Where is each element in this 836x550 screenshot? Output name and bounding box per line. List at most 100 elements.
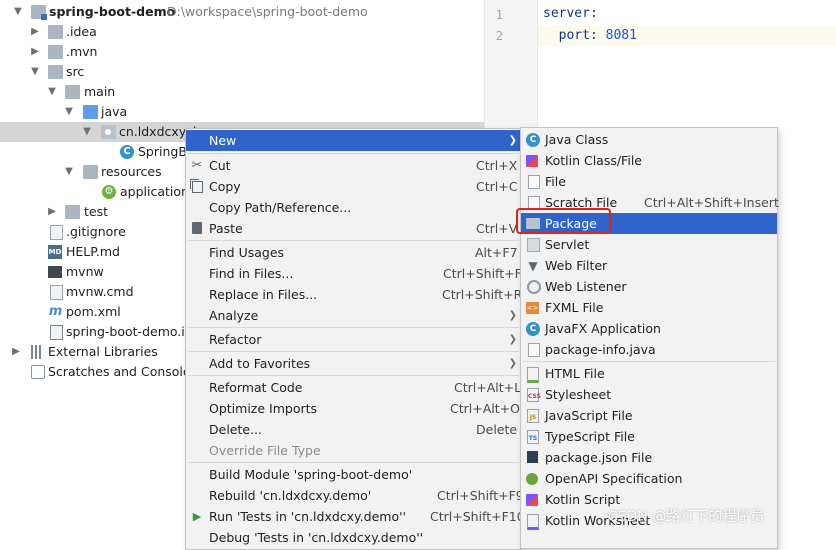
menu-item-label: Web Filter [545, 258, 608, 273]
code-line-2[interactable]: port: 8081 [543, 28, 637, 43]
chevron-down-icon[interactable]: ▼ [81, 122, 93, 142]
tree-row-label: HELP.md [66, 244, 120, 259]
tree-row-java[interactable]: ▼ java [0, 102, 484, 122]
menu-item-label: Kotlin Class/File [545, 153, 642, 168]
menu-item-analyze[interactable]: Analyze ❯ [186, 305, 521, 326]
menu-separator [188, 351, 519, 352]
menu-separator [188, 153, 519, 154]
menu-item-label: Servlet [545, 237, 590, 252]
menu-item-find-in-files[interactable]: Find in Files... Ctrl+Shift+F [186, 263, 522, 284]
project-path: D:\workspace\spring-boot-demo [167, 4, 368, 19]
tree-row-idea[interactable]: ▶ .idea [0, 22, 484, 42]
new-item-fxml-file[interactable]: <> FXML File [521, 297, 777, 318]
tree-row-label: main [84, 84, 116, 99]
folder-icon [48, 25, 63, 39]
menu-item-new[interactable]: New ❯ [186, 130, 521, 151]
code-line-1[interactable]: server: [543, 6, 598, 21]
scissors-icon: ✂ [191, 158, 203, 173]
menu-item-shortcut: Ctrl+X [476, 158, 518, 173]
menu-item-label: File [545, 174, 566, 189]
new-item-javascript-file[interactable]: JS JavaScript File [521, 405, 777, 426]
tree-row-label: mvnw.cmd [66, 284, 134, 299]
chevron-down-icon[interactable]: ▼ [63, 162, 75, 182]
menu-item-label: JavaScript File [545, 408, 633, 423]
chevron-down-icon[interactable]: ▼ [63, 102, 75, 122]
menu-item-refactor[interactable]: Refactor ❯ [186, 329, 521, 350]
new-item-kotlin-class[interactable]: Kotlin Class/File [521, 150, 777, 171]
menu-item-cut[interactable]: ✂ Cut Ctrl+X [186, 155, 521, 176]
new-item-package-info[interactable]: package-info.java [521, 339, 777, 360]
menu-item-shortcut: Ctrl+Shift+R [442, 287, 523, 302]
line-number: 1 [495, 8, 503, 22]
folder-icon [48, 45, 63, 59]
menu-item-label: Add to Favorites [209, 356, 311, 371]
chevron-right-icon[interactable]: ▶ [29, 42, 41, 62]
package-icon [101, 125, 116, 139]
menu-item-label: package.json File [545, 450, 653, 465]
watermark: CSDN @路灯下的程序员 [608, 509, 765, 525]
menu-item-run-tests[interactable]: ▶ Run 'Tests in 'cn.ldxdcxy.demo'' Ctrl+… [186, 506, 525, 527]
menu-item-rebuild[interactable]: Rebuild 'cn.ldxdcxy.demo' Ctrl+Shift+F9 [186, 485, 524, 506]
new-item-typescript-file[interactable]: TS TypeScript File [521, 426, 777, 447]
new-item-web-filter[interactable]: ▼ Web Filter [521, 255, 777, 276]
menu-item-label: Java Class [545, 132, 609, 147]
copy-icon [192, 181, 203, 193]
menu-item-label: Debug 'Tests in 'cn.ldxdcxy.demo'' [209, 530, 424, 545]
menu-item-paste[interactable]: Paste Ctrl+V [186, 218, 521, 239]
menu-item-label: JavaFX Application [545, 321, 661, 336]
new-item-openapi[interactable]: OpenAPI Specification [521, 468, 777, 489]
submenu-arrow-icon: ❯ [508, 135, 517, 146]
javafx-class-icon: C [526, 322, 540, 336]
scratches-icon [31, 365, 45, 379]
markdown-file-icon: MD [48, 245, 62, 259]
new-item-html-file[interactable]: HTML File [521, 363, 777, 384]
new-item-web-listener[interactable]: Web Listener [521, 276, 777, 297]
tree-row-mvn[interactable]: ▶ .mvn [0, 42, 484, 62]
shell-file-icon [48, 266, 62, 278]
javascript-icon: JS [527, 409, 539, 423]
text-file-icon [50, 285, 63, 300]
menu-item-label: OpenAPI Specification [545, 471, 683, 486]
filter-icon: ▼ [528, 259, 538, 273]
tree-row-project-root[interactable]: ▼ spring-boot-demo D:\workspace\spring-b… [0, 2, 484, 22]
new-item-package-json[interactable]: package.json File [521, 447, 777, 468]
new-item-javafx-application[interactable]: C JavaFX Application [521, 318, 777, 339]
menu-item-reformat-code[interactable]: Reformat Code Ctrl+Alt+L [186, 377, 521, 398]
menu-item-delete[interactable]: Delete... Delete [186, 419, 521, 440]
menu-item-debug-tests[interactable]: Debug 'Tests in 'cn.ldxdcxy.demo'' [186, 527, 521, 548]
chevron-down-icon[interactable]: ▼ [12, 2, 24, 22]
chevron-right-icon[interactable]: ▶ [46, 202, 58, 222]
menu-item-shortcut: Ctrl+Shift+F10 [430, 509, 525, 524]
menu-item-optimize-imports[interactable]: Optimize Imports Ctrl+Alt+O [186, 398, 521, 419]
chevron-right-icon[interactable]: ▶ [29, 22, 41, 42]
menu-item-copy[interactable]: Copy Ctrl+C [186, 176, 521, 197]
folder-icon [48, 65, 63, 79]
menu-item-label: HTML File [545, 366, 605, 381]
new-item-servlet[interactable]: Servlet [521, 234, 777, 255]
new-item-java-class[interactable]: C Java Class [521, 129, 777, 150]
new-item-stylesheet[interactable]: CSS Stylesheet [521, 384, 777, 405]
menu-item-label: New [209, 133, 237, 148]
chevron-right-icon[interactable]: ▶ [10, 342, 22, 362]
menu-separator [188, 240, 519, 241]
menu-item-build-module[interactable]: Build Module 'spring-boot-demo' [186, 464, 521, 485]
gitignore-file-icon [50, 225, 63, 240]
new-item-file[interactable]: File [521, 171, 777, 192]
context-menu: New ❯ ✂ Cut Ctrl+X Copy Ctrl+C Copy Path… [185, 128, 525, 550]
resources-folder-icon [83, 165, 98, 179]
menu-item-copy-path[interactable]: Copy Path/Reference... [186, 197, 521, 218]
menu-item-label: Run 'Tests in 'cn.ldxdcxy.demo'' [209, 509, 406, 524]
chevron-down-icon[interactable]: ▼ [46, 82, 58, 102]
menu-item-label: FXML File [545, 300, 604, 315]
menu-item-label: Copy [209, 179, 241, 194]
libraries-icon [31, 345, 43, 359]
menu-item-find-usages[interactable]: Find Usages Alt+F7 [186, 242, 521, 263]
maven-file-icon: m [48, 304, 63, 319]
menu-item-replace-in-files[interactable]: Replace in Files... Ctrl+Shift+R [186, 284, 523, 305]
run-icon: ▶ [192, 510, 202, 523]
tree-row-main[interactable]: ▼ main [0, 82, 484, 102]
chevron-down-icon[interactable]: ▼ [29, 62, 41, 82]
menu-separator [188, 462, 519, 463]
tree-row-src[interactable]: ▼ src [0, 62, 484, 82]
menu-item-add-to-favorites[interactable]: Add to Favorites ❯ [186, 353, 521, 374]
